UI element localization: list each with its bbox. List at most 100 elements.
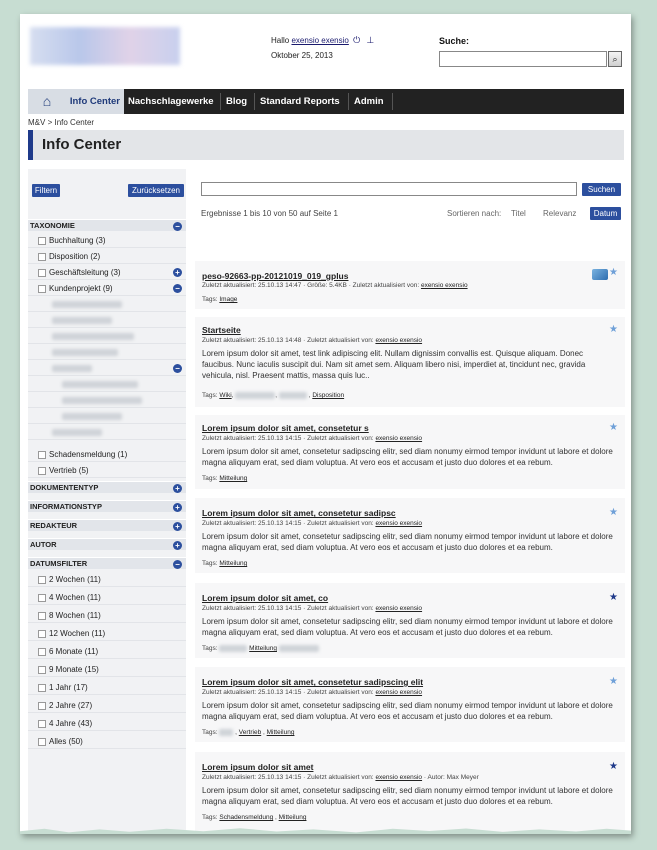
minus-icon[interactable]: − <box>173 364 182 373</box>
star-icon[interactable]: ★ <box>609 267 618 278</box>
meta-user-link[interactable]: exensio exensio <box>375 689 422 696</box>
tag-link[interactable]: Mitteilung <box>219 475 247 482</box>
fulltext-search-input[interactable] <box>201 182 577 196</box>
breadcrumb-root[interactable]: M&V <box>28 118 45 127</box>
tag-link[interactable]: Wiki <box>219 392 231 399</box>
tag-link[interactable]: Vertrieb <box>239 729 261 736</box>
username-link[interactable]: exensio exensio <box>291 36 348 45</box>
facet-informationstyp[interactable]: INFORMATIONSTYP + <box>28 500 186 512</box>
star-icon[interactable]: ★ <box>609 592 618 603</box>
tag-link[interactable]: Mitteilung <box>249 645 277 652</box>
facet-redakteur[interactable]: REDAKTEUR + <box>28 519 186 531</box>
taxonomy-item[interactable]: Geschäftsleitung (3) + <box>28 265 186 280</box>
checkbox[interactable] <box>38 720 46 728</box>
minus-icon[interactable]: − <box>173 560 182 569</box>
home-icon[interactable]: ⌂ <box>28 89 66 114</box>
date-filter-item[interactable]: 4 Wochen (11) <box>28 590 186 605</box>
search-button[interactable]: Suchen <box>582 183 621 196</box>
result-title[interactable]: Lorem ipsum dolor sit amet, co <box>202 593 328 603</box>
facet-datumsfilter[interactable]: DATUMSFILTER − <box>28 557 186 569</box>
checkbox[interactable] <box>38 702 46 710</box>
star-icon[interactable]: ★ <box>609 761 618 772</box>
date-filter-item[interactable]: 6 Monate (11) <box>28 644 186 659</box>
plus-icon[interactable]: + <box>173 484 182 493</box>
checkbox[interactable] <box>38 648 46 656</box>
tag-link[interactable]: Mitteilung <box>279 814 307 821</box>
meta-user-link[interactable]: exensio exensio <box>375 520 422 527</box>
tag-link[interactable]: Disposition <box>312 392 344 399</box>
checkbox[interactable] <box>38 467 46 475</box>
sort-option-datum[interactable]: Datum <box>590 207 621 220</box>
taxonomy-item[interactable]: Kundenprojekt (9) − <box>28 281 186 296</box>
logout-icon[interactable]: ⏻ <box>353 35 362 45</box>
checkbox[interactable] <box>38 576 46 584</box>
plus-icon[interactable]: + <box>173 522 182 531</box>
tag-link[interactable]: Schadensmeldung <box>219 814 273 821</box>
checkbox[interactable] <box>38 451 46 459</box>
tag-link[interactable]: Mitteilung <box>267 729 295 736</box>
facet-taxonomie[interactable]: TAXONOMIE − <box>28 219 186 231</box>
nav-nachschlagewerke[interactable]: Nachschlagewerke <box>128 89 218 114</box>
taxonomy-item[interactable]: Vertrieb (5) <box>28 463 186 478</box>
result-title[interactable]: Lorem ipsum dolor sit amet, consetetur s <box>202 423 369 433</box>
meta-user-link[interactable]: exensio exensio <box>421 282 468 289</box>
meta-user-link[interactable]: exensio exensio <box>375 435 422 442</box>
checkbox[interactable] <box>38 738 46 746</box>
search-icon[interactable]: ⌕ <box>608 51 622 67</box>
search-input[interactable] <box>439 51 607 67</box>
star-icon[interactable]: ★ <box>609 324 618 335</box>
date-filter-item[interactable]: 12 Wochen (11) <box>28 626 186 641</box>
facet-dokumententyp[interactable]: DOKUMENTENTYP + <box>28 481 186 493</box>
date-filter-item[interactable]: 9 Monate (15) <box>28 662 186 677</box>
result-title[interactable]: Lorem ipsum dolor sit amet <box>202 762 313 772</box>
minus-icon[interactable]: − <box>173 222 182 231</box>
meta-user-link[interactable]: exensio exensio <box>375 337 422 344</box>
minus-icon[interactable]: − <box>173 284 182 293</box>
plus-icon[interactable]: + <box>173 268 182 277</box>
checkbox[interactable] <box>38 684 46 692</box>
checkbox[interactable] <box>38 269 46 277</box>
date-filter-item[interactable]: 4 Jahre (43) <box>28 716 186 731</box>
plus-icon[interactable]: + <box>173 541 182 550</box>
filter-button[interactable]: Filtern <box>32 184 60 197</box>
date-filter-item[interactable]: Alles (50) <box>28 734 186 749</box>
checkbox[interactable] <box>38 666 46 674</box>
checkbox[interactable] <box>38 253 46 261</box>
date-filter-item[interactable]: 8 Wochen (11) <box>28 608 186 623</box>
sort-option-titel[interactable]: Titel <box>511 209 526 218</box>
user-icon[interactable]: ⊥ <box>366 35 375 45</box>
star-icon[interactable]: ★ <box>609 676 618 687</box>
taxonomy-item[interactable]: Disposition (2) <box>28 249 186 264</box>
nav-info-center[interactable]: Info Center <box>66 89 124 114</box>
tag-link[interactable]: Image <box>219 296 237 303</box>
nav-blog[interactable]: Blog <box>226 89 250 114</box>
result-title[interactable]: peso-92663-pp-20121019_019_gplus <box>202 271 348 281</box>
date-filter-item[interactable]: 2 Jahre (27) <box>28 698 186 713</box>
star-icon[interactable]: ★ <box>609 422 618 433</box>
result-title[interactable]: Lorem ipsum dolor sit amet, consetetur s… <box>202 508 396 518</box>
reset-button[interactable]: Zurücksetzen <box>128 184 184 197</box>
sort-option-relevanz[interactable]: Relevanz <box>543 209 576 218</box>
checkbox[interactable] <box>38 237 46 245</box>
nav-admin[interactable]: Admin <box>354 89 388 114</box>
tag-link[interactable]: Mitteilung <box>219 560 247 567</box>
meta-user-link[interactable]: exensio exensio <box>375 605 422 612</box>
result-title[interactable]: Startseite <box>202 325 241 335</box>
taxonomy-subitem-redacted <box>28 313 186 328</box>
star-icon[interactable]: ★ <box>609 507 618 518</box>
checkbox[interactable] <box>38 285 46 293</box>
date-filter-item[interactable]: 1 Jahr (17) <box>28 680 186 695</box>
taxonomy-subitem-redacted <box>28 329 186 344</box>
result-meta: Zuletzt aktualisiert: 25.10.13 14:15 · Z… <box>202 520 422 527</box>
result-title[interactable]: Lorem ipsum dolor sit amet, consetetur s… <box>202 677 423 687</box>
taxonomy-item[interactable]: Schadensmeldung (1) <box>28 447 186 462</box>
plus-icon[interactable]: + <box>173 503 182 512</box>
taxonomy-item[interactable]: Buchhaltung (3) <box>28 233 186 248</box>
checkbox[interactable] <box>38 630 46 638</box>
date-filter-item[interactable]: 2 Wochen (11) <box>28 572 186 587</box>
facet-autor[interactable]: AUTOR + <box>28 538 186 550</box>
meta-user-link[interactable]: exensio exensio <box>375 774 422 781</box>
checkbox[interactable] <box>38 612 46 620</box>
nav-standard-reports[interactable]: Standard Reports <box>260 89 346 114</box>
checkbox[interactable] <box>38 594 46 602</box>
